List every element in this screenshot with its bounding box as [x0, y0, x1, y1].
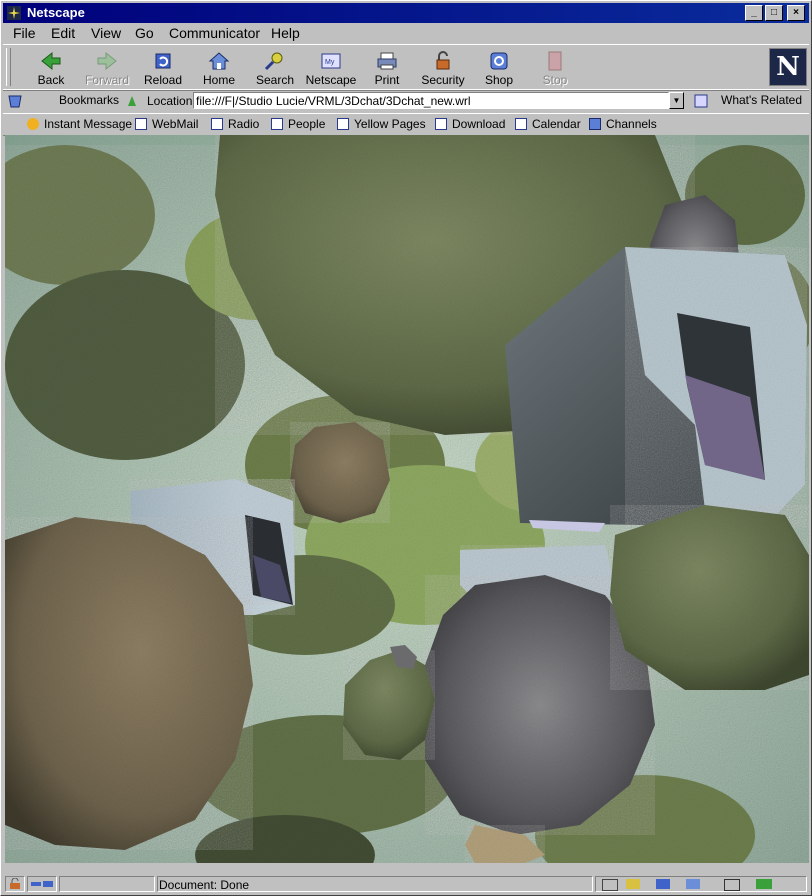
instant-message-button[interactable]: Instant Message	[27, 117, 132, 131]
radio-label: Radio	[228, 117, 260, 131]
shop-label: Shop	[484, 73, 514, 87]
channels-label: Channels	[606, 117, 657, 131]
back-arrow-icon	[41, 51, 61, 71]
webmail-label: WebMail	[152, 117, 199, 131]
composer-icon[interactable]	[724, 879, 740, 891]
my-netscape-icon: My	[321, 53, 341, 69]
channels-icon	[589, 118, 601, 130]
reload-button[interactable]: Reload	[137, 48, 189, 88]
status-message: Document: Done	[159, 878, 250, 892]
window-title: Netscape	[27, 5, 85, 20]
newsgroups-icon[interactable]	[656, 879, 670, 889]
menu-edit[interactable]: Edit	[51, 25, 75, 41]
browser-window: Netscape _ □ × File Edit View Go Communi…	[0, 0, 812, 896]
download-label: Download	[452, 117, 506, 131]
shop-button[interactable]: Shop	[473, 48, 525, 88]
calendar-label: Calendar	[532, 117, 581, 131]
back-label: Back	[37, 73, 65, 87]
bookmark-page-icon	[271, 118, 283, 130]
security-label: Security	[421, 73, 465, 87]
stop-icon	[548, 51, 562, 71]
stop-button[interactable]: Stop	[529, 48, 581, 88]
address-book-icon[interactable]	[686, 879, 700, 889]
security-lock-indicator[interactable]	[5, 876, 25, 892]
bookmark-page-icon	[211, 118, 223, 130]
printer-icon	[377, 52, 397, 70]
forward-label: Forward	[84, 73, 129, 87]
location-bar: Bookmarks Location: ▼ What's Related	[3, 89, 809, 114]
forward-button[interactable]: Forward	[81, 48, 133, 88]
close-button[interactable]: ×	[787, 5, 805, 21]
title-bar[interactable]: Netscape _ □ ×	[3, 3, 809, 23]
radio-button[interactable]: Radio	[211, 117, 259, 131]
menu-communicator[interactable]: Communicator	[169, 25, 260, 41]
menu-bar: File Edit View Go Communicator Help	[3, 23, 809, 43]
connection-indicator	[27, 876, 57, 892]
vrml-scene-viewport[interactable]	[5, 135, 809, 863]
vrml-3d-scene[interactable]	[5, 135, 809, 863]
location-label: Location:	[147, 94, 196, 108]
home-button[interactable]: Home	[193, 48, 245, 88]
stop-label: Stop	[542, 73, 568, 87]
bookmarks-button[interactable]: Bookmarks	[59, 93, 119, 107]
component-bar	[595, 876, 807, 892]
my-netscape-button[interactable]: My Netscape	[305, 48, 357, 88]
home-icon	[208, 52, 230, 70]
reload-icon	[155, 53, 171, 69]
menu-help[interactable]: Help	[271, 25, 300, 41]
print-button[interactable]: Print	[361, 48, 413, 88]
back-button[interactable]: Back	[25, 48, 77, 88]
bookmark-page-icon	[435, 118, 447, 130]
search-icon	[264, 52, 283, 71]
location-dropdown-button[interactable]: ▼	[669, 92, 684, 109]
lock-icon	[436, 51, 450, 70]
shop-icon	[490, 52, 508, 70]
whats-related-button[interactable]: What's Related	[721, 93, 802, 107]
people-label: People	[288, 117, 326, 131]
netscape-logo[interactable]: N	[769, 48, 807, 86]
toolbar-grip[interactable]	[6, 48, 11, 86]
yellow-pages-label: Yellow Pages	[354, 117, 426, 131]
yellow-pages-button[interactable]: Yellow Pages	[337, 117, 426, 131]
menu-go[interactable]: Go	[135, 25, 154, 41]
status-bar: Document: Done	[3, 875, 809, 895]
maximize-button[interactable]: □	[765, 5, 783, 21]
home-label: Home	[202, 73, 235, 87]
edit-icon[interactable]	[756, 879, 772, 889]
instant-message-label: Instant Message	[44, 117, 133, 131]
bookmark-page-icon	[515, 118, 527, 130]
search-button[interactable]: Search	[249, 48, 301, 88]
security-button[interactable]: Security	[417, 48, 469, 88]
personal-toolbar: Instant Message WebMail Radio People Yel…	[3, 113, 809, 136]
unlocked-icon	[10, 877, 20, 889]
bookmark-page-icon	[135, 118, 147, 130]
bookmark-page-icon	[337, 118, 349, 130]
print-label: Print	[374, 73, 400, 87]
navigator-icon[interactable]	[602, 879, 618, 891]
menu-view[interactable]: View	[91, 25, 121, 41]
search-label: Search	[255, 73, 295, 87]
reload-label: Reload	[143, 73, 183, 87]
progress-box	[59, 876, 155, 892]
location-icon	[128, 96, 136, 106]
menu-file[interactable]: File	[13, 25, 36, 41]
mail-icon[interactable]	[626, 879, 640, 889]
download-button[interactable]: Download	[435, 117, 505, 131]
instant-message-icon	[27, 118, 39, 130]
channels-button[interactable]: Channels	[589, 117, 657, 131]
netscape-app-icon	[7, 6, 21, 20]
forward-arrow-icon	[97, 51, 117, 71]
webmail-button[interactable]: WebMail	[135, 117, 198, 131]
navigation-toolbar: Back Forward Reload Home Search My Netsc…	[3, 44, 809, 91]
netscape-label: Netscape	[305, 73, 357, 87]
plug-icon	[31, 881, 53, 887]
people-button[interactable]: People	[271, 117, 325, 131]
whats-related-icon	[694, 94, 708, 108]
svg-text:My: My	[325, 59, 335, 66]
bookmarks-icon	[8, 95, 22, 108]
calendar-button[interactable]: Calendar	[515, 117, 581, 131]
minimize-button[interactable]: _	[745, 5, 763, 21]
location-input[interactable]	[193, 92, 669, 109]
